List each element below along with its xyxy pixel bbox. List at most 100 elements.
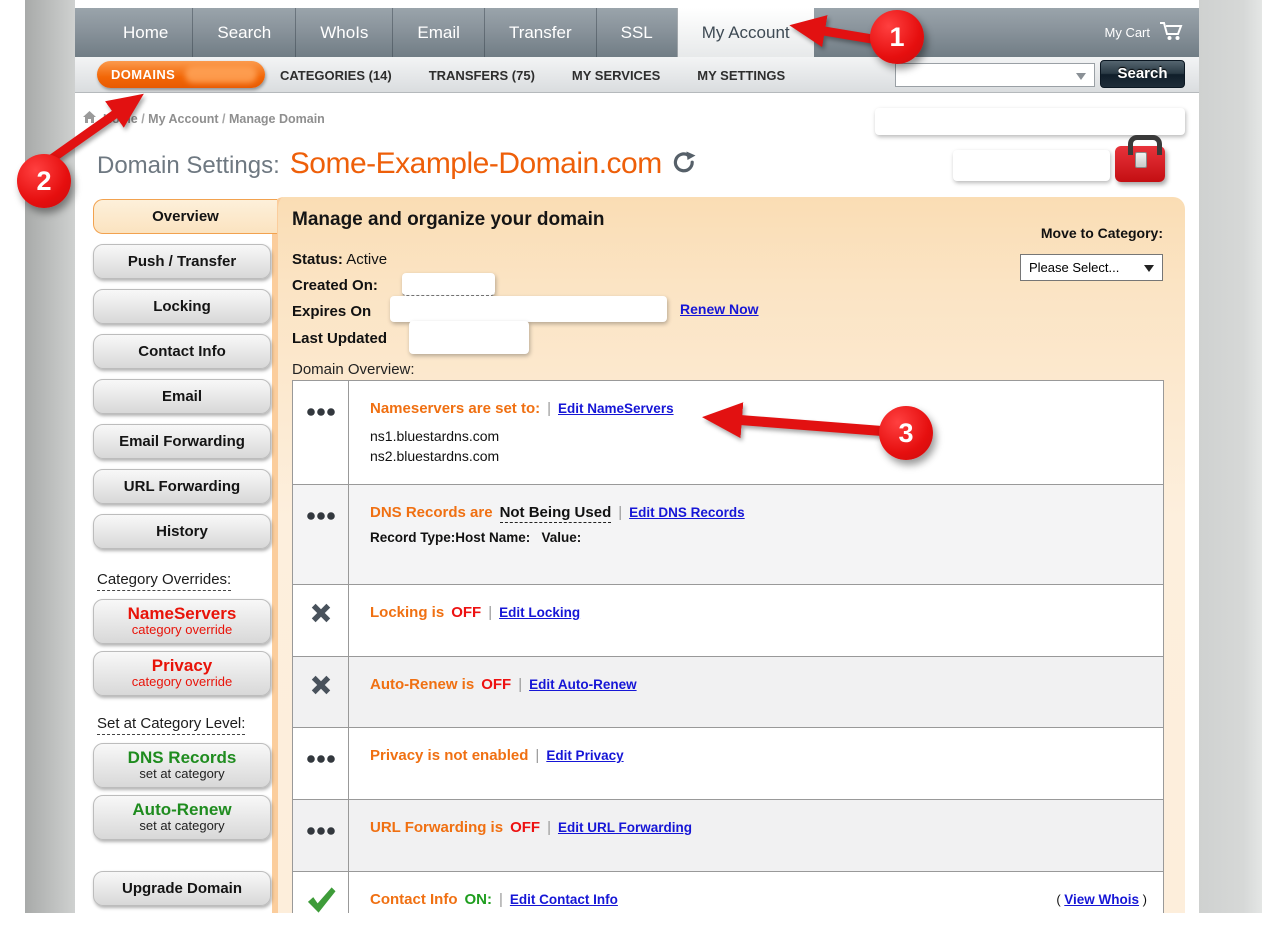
sidebar-item-email-forwarding[interactable]: Email Forwarding xyxy=(93,424,271,459)
row-title-line: Auto-Renew isOFF|Edit Auto-Renew xyxy=(370,676,1147,693)
tab-search[interactable]: Search xyxy=(192,8,295,57)
subnav-item-categories-14[interactable]: CATEGORIES (14) xyxy=(280,68,392,83)
breadcrumb-item-my-account[interactable]: My Account xyxy=(148,112,218,126)
top-navigation: HomeSearchWhoIsEmailTransferSSLMy Accoun… xyxy=(75,8,1199,57)
link-edit-privacy[interactable]: Edit Privacy xyxy=(546,748,623,763)
row-title-line: Locking isOFF|Edit Locking xyxy=(370,604,1147,621)
my-cart-button[interactable]: My Cart xyxy=(1105,8,1184,57)
desktop-background-right xyxy=(1199,0,1262,913)
tab-home[interactable]: Home xyxy=(99,8,192,57)
subnav-item-my-services[interactable]: MY SERVICES xyxy=(572,68,660,83)
row-content: Privacy is not enabled|Edit Privacy xyxy=(349,728,1163,799)
row-title-segment: OFF xyxy=(481,676,511,693)
paren: ) xyxy=(1139,892,1147,907)
sidebar-spacer xyxy=(93,847,277,871)
row-content: Locking isOFF|Edit Locking xyxy=(349,585,1163,656)
sub-navigation: DOMAINS CATEGORIES (14) TRANSFERS (75) MY … xyxy=(75,57,1199,93)
row-content: URL Forwarding isOFF|Edit URL Forwarding xyxy=(349,800,1163,871)
subnav-item-my-settings[interactable]: MY SETTINGS xyxy=(697,68,785,83)
row-title-segment: OFF xyxy=(510,819,540,836)
sidebar-item-email[interactable]: Email xyxy=(93,379,271,414)
sidebar-item-auto-renew[interactable]: Auto-Renewset at category xyxy=(93,795,271,840)
sidebar-item-dns-records[interactable]: DNS Recordsset at category xyxy=(93,743,271,788)
breadcrumb-separator: / xyxy=(138,112,148,126)
sidebar-item-history[interactable]: History xyxy=(93,514,271,549)
renew-now-link[interactable]: Renew Now xyxy=(680,301,759,317)
nameserver-list: ns1.bluestardns.comns2.bluestardns.com xyxy=(370,426,1147,466)
subnav-item-domains[interactable]: DOMAINS xyxy=(97,61,265,88)
sidebar-item-privacy[interactable]: Privacycategory override xyxy=(93,651,271,696)
separator: | xyxy=(618,504,622,521)
sidebar-item-url-forwarding[interactable]: URL Forwarding xyxy=(93,469,271,504)
link-edit-locking[interactable]: Edit Locking xyxy=(499,605,580,620)
overview-row-locking: Locking isOFF|Edit Locking xyxy=(293,584,1163,656)
status-label: Status: xyxy=(292,251,343,268)
sidebar-item-push-transfer[interactable]: Push / Transfer xyxy=(93,244,271,279)
sidebar-item-upgrade-domain[interactable]: Upgrade Domain xyxy=(93,871,271,906)
overview-row-dns-records: DNS Records areNot Being Used|Edit DNS R… xyxy=(293,484,1163,584)
sidebar-heading-set-at-category-level: Set at Category Level: xyxy=(97,715,245,735)
expires-label: Expires On xyxy=(292,303,371,320)
x-mark-icon xyxy=(293,657,349,727)
row-title-segment: OFF xyxy=(451,604,481,621)
search-button[interactable]: Search xyxy=(1100,60,1185,88)
category-select[interactable]: Please Select... xyxy=(1021,255,1162,280)
domain-search-combobox[interactable] xyxy=(895,63,1095,87)
tab-my-account[interactable]: My Account xyxy=(677,8,814,57)
link-edit-contact-info[interactable]: Edit Contact Info xyxy=(510,892,618,907)
row-title-line: URL Forwarding isOFF|Edit URL Forwarding xyxy=(370,819,1147,836)
row-content: Auto-Renew isOFF|Edit Auto-Renew xyxy=(349,657,1163,727)
top-nav-tabs: HomeSearchWhoIsEmailTransferSSLMy Accoun… xyxy=(99,8,814,57)
category-select-wrapper: Please Select... xyxy=(1020,254,1163,281)
redacted-updated-date xyxy=(409,321,529,354)
sidebar-item-contact-info[interactable]: Contact Info xyxy=(93,334,271,369)
tab-transfer[interactable]: Transfer xyxy=(484,8,596,57)
redacted-smudge xyxy=(185,66,257,83)
expires-line: Expires On xyxy=(292,303,371,320)
my-cart-label: My Cart xyxy=(1105,25,1151,40)
link-view-whois[interactable]: View Whois xyxy=(1064,892,1139,907)
move-to-category-label: Move to Category: xyxy=(955,225,1163,241)
chevron-down-icon[interactable] xyxy=(1076,73,1086,85)
tab-ssl[interactable]: SSL xyxy=(596,8,677,57)
nameserver-entry: ns1.bluestardns.com xyxy=(370,426,1147,446)
row-title-segment: Not Being Used xyxy=(500,504,612,523)
row-title-line: Nameservers are set to:|Edit NameServers xyxy=(370,400,1147,417)
tab-whois[interactable]: WhoIs xyxy=(295,8,392,57)
subnav-item-transfers-75[interactable]: TRANSFERS (75) xyxy=(429,68,535,83)
overview-row-contact-info: Contact InfoON:|Edit Contact Info( View … xyxy=(293,871,1163,913)
sidebar-item-nameservers[interactable]: NameServerscategory override xyxy=(93,599,271,644)
link-edit-url-forwarding[interactable]: Edit URL Forwarding xyxy=(558,820,692,835)
sidebar-heading-category-overrides: Category Overrides: xyxy=(97,571,231,591)
sidebar-item-label: DNS Records xyxy=(94,748,270,767)
toolbox-icon[interactable] xyxy=(1115,146,1165,182)
row-title-line: DNS Records areNot Being Used|Edit DNS R… xyxy=(370,504,1147,523)
domain-overview-table: Nameservers are set to:|Edit NameServers… xyxy=(292,380,1164,913)
domain-overview-label: Domain Overview: xyxy=(292,361,415,378)
subnav-items: CATEGORIES (14) TRANSFERS (75) MY SERVICES… xyxy=(280,57,785,93)
row-title-segment: ON: xyxy=(465,891,493,908)
ellipsis-icon xyxy=(293,381,349,484)
breadcrumb-item-manage-domain[interactable]: Manage Domain xyxy=(229,112,325,126)
sidebar-item-overview[interactable]: Overview xyxy=(93,199,277,234)
refresh-icon[interactable] xyxy=(672,151,696,180)
sidebar-item-sublabel: category override xyxy=(94,623,270,637)
cart-icon xyxy=(1159,21,1183,44)
domain-search-input[interactable] xyxy=(896,64,1066,86)
link-edit-auto-renew[interactable]: Edit Auto-Renew xyxy=(529,677,637,692)
sidebar: Overview Push / Transfer Locking Contact In… xyxy=(93,199,277,913)
link-edit-nameservers[interactable]: Edit NameServers xyxy=(558,401,674,416)
ellipsis-icon xyxy=(293,800,349,871)
annotation-circle-1: 1 xyxy=(870,10,924,64)
sidebar-item-label: Auto-Renew xyxy=(94,800,270,819)
redacted-box-title xyxy=(953,150,1110,181)
domains-label: DOMAINS xyxy=(111,67,175,82)
link-edit-dns-records[interactable]: Edit DNS Records xyxy=(629,505,745,520)
row-title-segment: Auto-Renew is xyxy=(370,676,474,693)
row-title-segment: Locking is xyxy=(370,604,444,621)
breadcrumb-item-home[interactable]: Home xyxy=(103,112,138,126)
sidebar-item-locking[interactable]: Locking xyxy=(93,289,271,324)
row-content: Nameservers are set to:|Edit NameServers… xyxy=(349,381,1163,484)
tab-email[interactable]: Email xyxy=(392,8,484,57)
page: HomeSearchWhoIsEmailTransferSSLMy Accoun… xyxy=(75,0,1199,913)
